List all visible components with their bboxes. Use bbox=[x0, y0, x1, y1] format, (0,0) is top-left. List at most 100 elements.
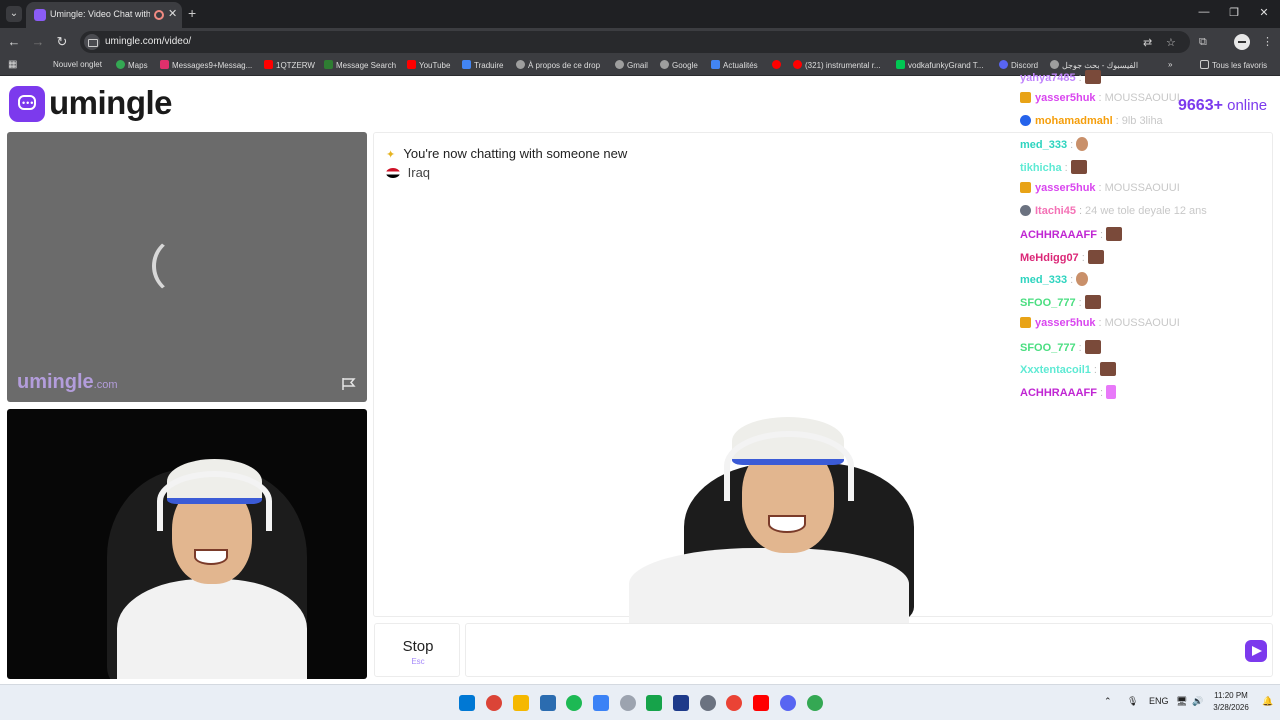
feed-item: Itachi45:24 we tole deyale 12 ans bbox=[1020, 205, 1207, 223]
stop-button[interactable]: Stop Esc bbox=[374, 623, 460, 677]
stop-shortcut-hint: Esc bbox=[411, 657, 425, 666]
close-window-button[interactable]: ✕ bbox=[1254, 6, 1274, 19]
bookmark-item[interactable] bbox=[772, 60, 784, 70]
new-tab-button[interactable]: + bbox=[188, 5, 196, 21]
remote-desktop-icon[interactable] bbox=[593, 695, 609, 711]
feed-item: med_333: bbox=[1020, 137, 1089, 155]
user-badge-icon bbox=[1020, 115, 1031, 126]
bookmark-star-icon[interactable]: ☆ bbox=[1166, 36, 1176, 49]
feed-item: med_333: bbox=[1020, 272, 1089, 290]
bookmark-item[interactable]: (321) instrumental r... bbox=[793, 60, 881, 70]
user-badge-icon bbox=[1020, 317, 1031, 328]
tray-overflow-icon[interactable]: ⌃ bbox=[1104, 696, 1112, 707]
bookmark-item[interactable]: Traduire bbox=[462, 60, 504, 70]
feed-image-thumbnail[interactable] bbox=[1076, 272, 1089, 286]
feed-image-thumbnail[interactable] bbox=[1084, 295, 1101, 309]
file-explorer-icon[interactable] bbox=[513, 695, 529, 711]
loading-spinner-icon bbox=[152, 236, 212, 296]
notifications-icon[interactable]: 🔔 bbox=[1262, 696, 1273, 707]
bookmark-item[interactable]: Message Search bbox=[324, 60, 396, 70]
url-text: umingle.com/video/ bbox=[105, 36, 192, 47]
app-icon[interactable] bbox=[673, 695, 689, 711]
chrome-icon[interactable] bbox=[486, 695, 502, 711]
media-player-icon[interactable] bbox=[646, 695, 662, 711]
message-input[interactable] bbox=[465, 623, 1273, 677]
sparkle-icon: ✦ bbox=[386, 149, 396, 161]
chrome-profile-icon[interactable] bbox=[726, 695, 742, 711]
feed-item: yasser5huk: MOUSSAOUUI bbox=[1020, 92, 1180, 110]
bookmark-item[interactable]: À propos de ce drop bbox=[516, 60, 600, 70]
feed-item: yahya7485: bbox=[1020, 70, 1101, 88]
site-logo-text[interactable]: umingle bbox=[49, 84, 173, 122]
windows-taskbar bbox=[0, 684, 1280, 720]
browser-menu-icon[interactable]: ⋮ bbox=[1262, 35, 1273, 48]
browser-tab-active[interactable]: Umingle: Video Chat with S ✕ bbox=[26, 2, 182, 28]
tab-close-icon[interactable]: ✕ bbox=[168, 7, 177, 20]
translate-icon[interactable]: ⇄ bbox=[1143, 36, 1152, 49]
bookmark-item[interactable]: Messages9+Messag... bbox=[160, 60, 252, 70]
feed-image-thumbnail[interactable] bbox=[1087, 250, 1104, 264]
reload-button[interactable]: ↻ bbox=[54, 34, 70, 50]
user-badge-icon bbox=[1020, 92, 1031, 103]
bookmark-item[interactable]: Actualités bbox=[711, 60, 758, 70]
microphone-icon[interactable]: 🎙 bbox=[1127, 696, 1138, 707]
bookmark-item[interactable]: Maps bbox=[116, 60, 148, 70]
back-button[interactable]: ← bbox=[6, 34, 22, 49]
bookmark-item[interactable]: 1QTZERW bbox=[264, 60, 315, 70]
site-info-icon[interactable] bbox=[84, 34, 100, 50]
bookmark-item[interactable]: Google bbox=[660, 60, 698, 70]
browser-tab-strip: ⌄ Umingle: Video Chat with S ✕ + — ❐ ✕ bbox=[0, 0, 1280, 28]
video-watermark: umingle.com bbox=[17, 371, 118, 393]
send-button[interactable] bbox=[1245, 640, 1267, 662]
clock-time: 11:20 PM bbox=[1214, 691, 1248, 700]
umingle-favicon-icon bbox=[34, 9, 46, 21]
feed-image-thumbnail[interactable] bbox=[1106, 227, 1123, 241]
apps-grid-icon[interactable]: ▦ bbox=[8, 59, 17, 70]
profile-avatar[interactable] bbox=[1234, 34, 1250, 50]
umingle-logo-icon[interactable]: ••• bbox=[9, 86, 45, 122]
report-flag-icon[interactable] bbox=[341, 377, 357, 391]
network-icon[interactable]: 🖥 bbox=[1176, 696, 1187, 707]
feed-item: MeHdigg07: bbox=[1020, 250, 1104, 268]
browser-toolbar: ← → ↻ umingle.com/video/ ⇄ ☆ ⧉ ⋮ bbox=[0, 28, 1280, 56]
tab-search-button[interactable]: ⌄ bbox=[6, 6, 22, 22]
self-video-panel bbox=[7, 409, 367, 679]
live-chat-feed: yahya7485: yasser5huk: MOUSSAOUUI mohamad… bbox=[1020, 68, 1260, 408]
discord-icon[interactable] bbox=[780, 695, 796, 711]
stranger-country: Iraq bbox=[386, 165, 430, 180]
spotify-icon[interactable] bbox=[566, 695, 582, 711]
feed-item: yasser5huk: MOUSSAOUUI bbox=[1020, 182, 1180, 200]
user-badge-icon bbox=[1020, 182, 1031, 193]
system-clock[interactable]: 11:20 PM 3/28/2026 bbox=[1206, 690, 1256, 714]
feed-image-thumbnail[interactable] bbox=[1099, 362, 1116, 376]
bookmark-item[interactable]: Nouvel onglet bbox=[53, 60, 102, 69]
feed-image-thumbnail[interactable] bbox=[1084, 340, 1101, 354]
settings-icon[interactable] bbox=[700, 695, 716, 711]
youtube-icon[interactable] bbox=[753, 695, 769, 711]
bookmark-item[interactable]: Gmail bbox=[615, 60, 648, 70]
forward-button[interactable]: → bbox=[30, 34, 46, 49]
bookmark-item[interactable]: YouTube bbox=[407, 60, 450, 70]
extensions-icon[interactable]: ⧉ bbox=[1199, 36, 1207, 49]
feed-image-thumbnail[interactable] bbox=[1076, 137, 1089, 151]
feed-image-thumbnail[interactable] bbox=[1084, 70, 1101, 84]
chrome-active-icon[interactable] bbox=[807, 695, 823, 711]
feed-image-thumbnail[interactable] bbox=[1070, 160, 1087, 174]
bookmark-item[interactable]: vodkafunkyGrand T... bbox=[896, 60, 983, 70]
feed-item: yasser5huk: MOUSSAOUUI bbox=[1020, 317, 1180, 335]
feed-item: Xxxtentacoil1: bbox=[1020, 362, 1116, 380]
address-bar[interactable]: umingle.com/video/ ⇄ ☆ bbox=[80, 31, 1190, 53]
notepad-icon[interactable] bbox=[540, 695, 556, 711]
feed-item: ACHHRAAAFF: bbox=[1020, 385, 1117, 403]
clock-date: 3/28/2026 bbox=[1213, 703, 1249, 712]
feed-image-thumbnail[interactable] bbox=[1106, 385, 1117, 399]
obs-icon[interactable] bbox=[620, 695, 636, 711]
feed-item: SFOO_777: bbox=[1020, 295, 1101, 313]
volume-icon[interactable]: 🔊 bbox=[1192, 696, 1203, 707]
stop-button-label: Stop bbox=[402, 638, 434, 655]
feed-item: tikhicha: bbox=[1020, 160, 1087, 178]
start-menu-icon[interactable] bbox=[459, 695, 475, 711]
input-language[interactable]: ENG bbox=[1149, 696, 1169, 706]
minimize-window-button[interactable]: — bbox=[1194, 6, 1214, 18]
restore-window-button[interactable]: ❐ bbox=[1224, 6, 1244, 19]
